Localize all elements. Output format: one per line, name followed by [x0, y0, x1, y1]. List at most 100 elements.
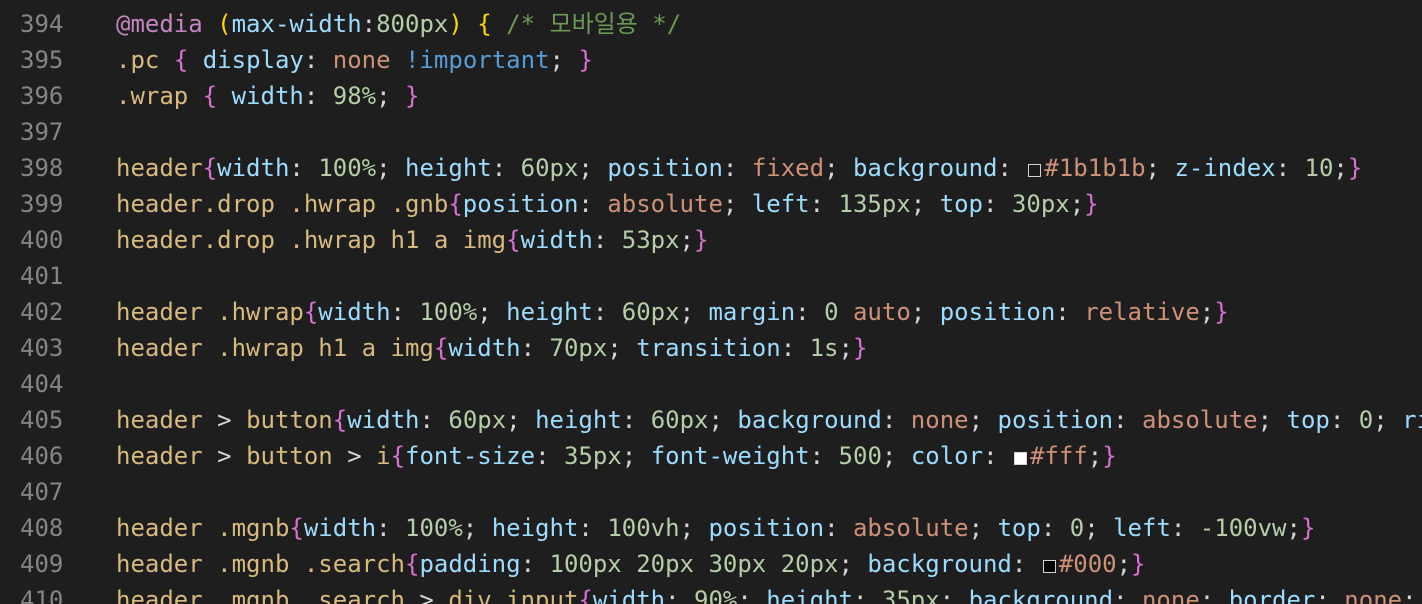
- punctuation-token: [203, 10, 217, 38]
- code-content[interactable]: header.drop .hwrap .gnb{position: absolu…: [116, 186, 1099, 222]
- comment-token: /* 모바일용 */: [506, 10, 682, 38]
- punctuation-token: :: [303, 82, 333, 110]
- punctuation-token: ;: [939, 586, 969, 604]
- number-token: 98%: [332, 82, 377, 110]
- line-number: 396: [20, 82, 64, 110]
- code-line[interactable]: 408 header .mgnb{width: 100%; height: 100…: [0, 510, 1422, 546]
- bracket-token: {: [506, 226, 521, 254]
- number-token: 60px: [621, 298, 680, 326]
- css-property-token: z-index: [1174, 154, 1276, 182]
- punctuation-token: >: [202, 442, 247, 470]
- css-property-token: left: [1113, 514, 1171, 542]
- code-line[interactable]: 395 .pc { display: none !important; }: [0, 42, 1422, 78]
- code-content[interactable]: @media (max-width:800px) { /* 모바일용 */: [116, 6, 681, 42]
- code-content[interactable]: header .mgnb .search{padding: 100px 20px…: [116, 546, 1146, 582]
- code-content[interactable]: header .hwrap h1 a img{width: 70px; tran…: [116, 330, 867, 366]
- css-selector-token: i: [376, 442, 391, 470]
- code-line[interactable]: 404: [0, 366, 1422, 402]
- color-swatch-icon[interactable]: [1042, 560, 1056, 573]
- code-content[interactable]: header > button > i{font-size: 35px; fon…: [116, 438, 1117, 474]
- code-line[interactable]: 402 header .hwrap{width: 100%; height: 60…: [0, 294, 1422, 330]
- punctuation-token: ;: [1084, 514, 1114, 542]
- number-token: 100%: [419, 298, 478, 326]
- value-token: none: [1344, 586, 1403, 604]
- code-content[interactable]: header > button{width: 60px; height: 60p…: [116, 402, 1422, 438]
- code-content[interactable]: .pc { display: none !important; }: [116, 42, 593, 78]
- punctuation-token: ;: [1087, 442, 1103, 470]
- punctuation-token: :: [780, 334, 810, 362]
- code-content[interactable]: header .mgnb{width: 100%; height: 100vh;…: [116, 510, 1315, 546]
- punctuation-token: ;: [549, 46, 579, 74]
- css-property-token: padding: [419, 550, 521, 578]
- color-swatch-icon[interactable]: [1013, 452, 1027, 465]
- code-line[interactable]: 396 .wrap { width: 98%; }: [0, 78, 1422, 114]
- punctuation-token: ;: [578, 154, 608, 182]
- value-token: absolute: [1142, 406, 1258, 434]
- code-line[interactable]: 399 header.drop .hwrap .gnb{position: abs…: [0, 186, 1422, 222]
- code-editor[interactable]: 394 @media (max-width:800px) { /* 모바일용 */…: [0, 0, 1422, 604]
- bracket-token: {: [202, 154, 218, 182]
- punctuation-token: ;: [1286, 514, 1301, 542]
- bracket-token: }: [578, 46, 593, 74]
- value-token: none: [1141, 586, 1200, 604]
- code-line[interactable]: 401: [0, 258, 1422, 294]
- css-selector-token: header .hwrap: [116, 298, 304, 326]
- punctuation-token: ;: [462, 514, 492, 542]
- punctuation-token: ;: [708, 406, 738, 434]
- punctuation-token: :: [535, 442, 564, 470]
- code-line[interactable]: 394 @media (max-width:800px) { /* 모바일용 */: [0, 6, 1422, 42]
- punctuation-token: :: [1011, 550, 1041, 578]
- code-content[interactable]: header.drop .hwrap h1 a img{width: 53px;…: [116, 222, 708, 258]
- punctuation-token: :: [578, 190, 608, 218]
- code-content[interactable]: .wrap { width: 98%; }: [116, 78, 419, 114]
- line-number: 410: [20, 586, 64, 604]
- css-property-token: ri: [1402, 406, 1422, 434]
- css-selector-token: button: [246, 406, 333, 434]
- css-property-token: position: [939, 298, 1056, 326]
- code-line[interactable]: 407: [0, 474, 1422, 510]
- punctuation-token: :: [722, 154, 752, 182]
- number-token: 53px: [621, 226, 680, 254]
- number-token: 90%: [694, 586, 738, 604]
- punctuation-token: ;: [1333, 154, 1348, 182]
- punctuation-token: :: [520, 550, 550, 578]
- bracket-token: {: [202, 82, 218, 110]
- number-token: 100px 20px 30px 20px: [549, 550, 839, 578]
- css-property-token: height: [766, 586, 853, 604]
- punctuation-token: ;: [910, 190, 940, 218]
- code-content[interactable]: header{width: 100%; height: 60px; positi…: [116, 150, 1362, 186]
- code-line[interactable]: 406 header > button > i{font-size: 35px; …: [0, 438, 1422, 474]
- code-line[interactable]: 397: [0, 114, 1422, 150]
- punctuation-token: :: [578, 514, 608, 542]
- punctuation-token: ;: [506, 406, 536, 434]
- line-number: 399: [20, 190, 64, 218]
- line-number: 407: [20, 478, 64, 506]
- css-property-token: border: [1228, 586, 1316, 604]
- number-token: 800px: [376, 10, 449, 38]
- line-number: 405: [20, 406, 64, 434]
- code-content[interactable]: header .mgnb .search > div input{width: …: [116, 582, 1417, 604]
- code-line[interactable]: 410 header .mgnb .search > div input{widt…: [0, 582, 1422, 604]
- number-token: 100vh: [607, 514, 680, 542]
- code-content[interactable]: header .hwrap{width: 100%; height: 60px;…: [116, 294, 1229, 330]
- value-token: none: [910, 406, 969, 434]
- punctuation-token: ;: [968, 514, 998, 542]
- bracket-token: }: [1131, 550, 1146, 578]
- code-line[interactable]: 400 header.drop .hwrap h1 a img{width: 53…: [0, 222, 1422, 258]
- bracket-token: {: [448, 190, 463, 218]
- code-line[interactable]: 398 header{width: 100%; height: 60px; pos…: [0, 150, 1422, 186]
- color-swatch-icon[interactable]: [1028, 164, 1042, 177]
- code-line[interactable]: 409 header .mgnb .search{padding: 100px 2…: [0, 546, 1422, 582]
- punctuation-token: ;: [838, 334, 853, 362]
- number-token: 30px: [1011, 190, 1070, 218]
- punctuation-token: ;: [722, 190, 752, 218]
- css-selector-token: header: [116, 442, 203, 470]
- bracket-token: }: [852, 334, 868, 362]
- punctuation-token: ;: [1069, 190, 1085, 218]
- value-token: auto: [852, 298, 911, 326]
- code-line[interactable]: 405 header > button{width: 60px; height: …: [0, 402, 1422, 438]
- code-line[interactable]: 403 header .hwrap h1 a img{width: 70px; t…: [0, 330, 1422, 366]
- bracket-token: }: [1102, 442, 1117, 470]
- bracket-token: ): [448, 10, 463, 38]
- punctuation-token: :: [376, 514, 405, 542]
